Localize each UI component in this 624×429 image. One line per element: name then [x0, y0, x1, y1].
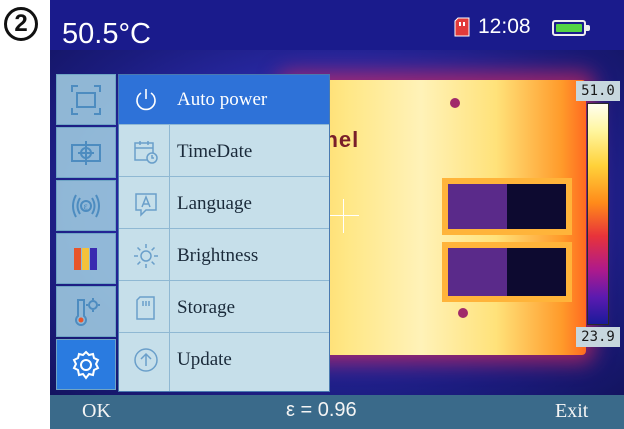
tool-settings[interactable] — [56, 339, 116, 390]
frame-icon — [71, 84, 101, 115]
tool-emissivity[interactable]: ε — [56, 180, 116, 231]
center-temperature: 50.5°C — [62, 18, 151, 50]
ok-button[interactable]: OK — [82, 400, 111, 423]
menu-item-label: Auto power — [177, 88, 268, 110]
calendar-clock-icon — [130, 136, 162, 168]
clock: 12:08 — [478, 15, 531, 38]
gear-icon — [72, 350, 100, 380]
screw — [458, 308, 468, 318]
status-bar: 50.5°C 12:08 — [50, 0, 624, 50]
menu-item-brightness[interactable]: Brightness — [119, 231, 329, 281]
svg-text:ε: ε — [83, 202, 88, 212]
menu-item-storage[interactable]: Storage — [119, 283, 329, 333]
color-scale-bar — [587, 103, 609, 325]
menu-item-language[interactable]: Language — [119, 179, 329, 229]
screw — [450, 98, 460, 108]
thermometer-settings-icon — [75, 297, 100, 326]
scale-min-value: 23.9 — [576, 327, 620, 347]
battery-icon — [552, 20, 590, 36]
menu-item-timedate[interactable]: TimeDate — [119, 127, 329, 177]
sun-icon — [130, 240, 162, 272]
panel-window-bottom — [442, 242, 572, 302]
power-icon — [130, 84, 162, 116]
tool-palette[interactable] — [56, 233, 116, 284]
emissivity-readout: ε = 0.96 — [286, 399, 357, 421]
camera-screen: ōnel 50.5°C 12:08 51.0 23.9 ε Auto power… — [50, 0, 624, 429]
language-icon — [130, 188, 162, 220]
scale-max-value: 51.0 — [576, 81, 620, 101]
settings-menu: Auto power TimeDate Language Brightness … — [118, 74, 330, 392]
panel-window-top — [442, 178, 572, 235]
center-point-icon — [71, 140, 101, 165]
bottom-bar: OK ε = 0.96 Exit — [50, 395, 624, 429]
tool-center-point[interactable] — [56, 127, 116, 178]
menu-item-label: Language — [177, 192, 252, 214]
menu-item-label: Storage — [177, 296, 236, 318]
exit-button[interactable]: Exit — [555, 400, 588, 423]
sd-card-icon — [454, 17, 470, 37]
menu-item-label: TimeDate — [177, 140, 253, 162]
menu-item-label: Update — [177, 349, 232, 370]
menu-item-update[interactable]: Update — [119, 335, 329, 385]
tool-column: ε — [56, 74, 116, 392]
palette-icon — [74, 247, 97, 270]
crosshair-icon — [329, 199, 359, 233]
step-number-badge: 2 — [4, 7, 38, 41]
tool-frame[interactable] — [56, 74, 116, 125]
menu-item-label: Brightness — [177, 244, 259, 266]
emissivity-icon: ε — [72, 194, 100, 217]
storage-card-icon — [130, 292, 162, 324]
menu-item-auto-power[interactable]: Auto power — [119, 75, 329, 125]
update-arrow-icon — [130, 344, 162, 376]
tool-thermometer-settings[interactable] — [56, 286, 116, 337]
